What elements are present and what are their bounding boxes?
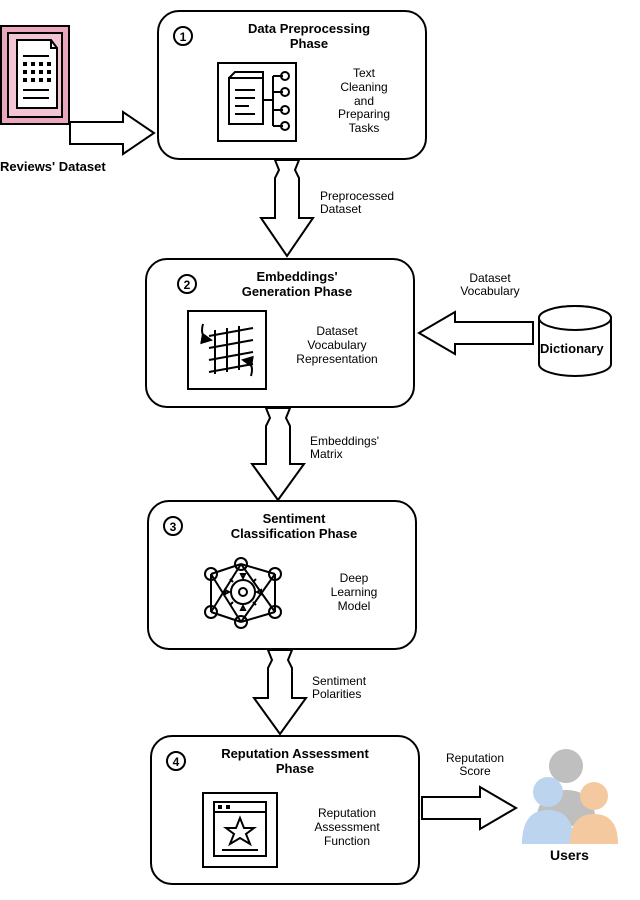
phase-1-desc: Text Cleaning and Preparing Tasks bbox=[319, 67, 409, 136]
text-cleaning-icon bbox=[219, 64, 295, 140]
phase-2-iconbox bbox=[187, 310, 267, 390]
arrow-phase1-to-phase2 bbox=[257, 160, 317, 260]
arrow-phase2-to-phase3 bbox=[248, 408, 308, 504]
phase-2: 2 Embeddings' Generation Phase Dataset V… bbox=[145, 258, 415, 408]
dataset-card bbox=[0, 25, 70, 125]
phase-4-number: 4 bbox=[166, 751, 186, 771]
embedding-icon bbox=[189, 312, 265, 388]
phase-1-iconbox bbox=[217, 62, 297, 142]
arrow-dataset-to-phase1 bbox=[68, 110, 158, 156]
phase-3-number: 3 bbox=[163, 516, 183, 536]
phase-3-desc: Deep Learning Model bbox=[309, 572, 399, 613]
phase-1: 1 Data Preprocessing Phase Text Cleaning… bbox=[157, 10, 427, 160]
phase-3-iconbox bbox=[199, 554, 289, 634]
document-icon bbox=[9, 34, 65, 116]
flow-preprocessed: Preprocessed Dataset bbox=[320, 190, 430, 216]
phase-2-desc: Dataset Vocabulary Representation bbox=[282, 325, 392, 366]
star-rating-icon bbox=[204, 794, 276, 866]
arrow-phase4-to-users bbox=[420, 785, 520, 831]
neural-network-icon bbox=[199, 554, 289, 634]
dataset-label: Reviews' Dataset bbox=[0, 160, 130, 174]
phase-1-number: 1 bbox=[173, 26, 193, 46]
phase-4-desc: Reputation Assessment Function bbox=[292, 807, 402, 848]
phase-2-title: Embeddings' Generation Phase bbox=[207, 270, 387, 300]
flow-embeddings: Embeddings' Matrix bbox=[310, 435, 420, 461]
arrow-phase3-to-phase4 bbox=[250, 650, 310, 738]
phase-3-title: Sentiment Classification Phase bbox=[194, 512, 394, 542]
users-label: Users bbox=[550, 848, 589, 863]
phase-4-iconbox bbox=[202, 792, 278, 868]
flow-sentiment: Sentiment Polarities bbox=[312, 675, 412, 701]
phase-4-title: Reputation Assessment Phase bbox=[190, 747, 400, 777]
phase-2-number: 2 bbox=[177, 274, 197, 294]
arrow-dictionary-to-phase2 bbox=[415, 310, 535, 356]
users-icon bbox=[508, 740, 638, 850]
phase-3: 3 Sentiment Classification Phase Deep Le… bbox=[147, 500, 417, 650]
flow-reputation: Reputation Score bbox=[430, 752, 520, 778]
flow-vocabulary: Dataset Vocabulary bbox=[440, 272, 540, 298]
phase-4: 4 Reputation Assessment Phase Reputation… bbox=[150, 735, 420, 885]
phase-1-title: Data Preprocessing Phase bbox=[219, 22, 399, 52]
dictionary-label: Dictionary bbox=[540, 342, 604, 356]
